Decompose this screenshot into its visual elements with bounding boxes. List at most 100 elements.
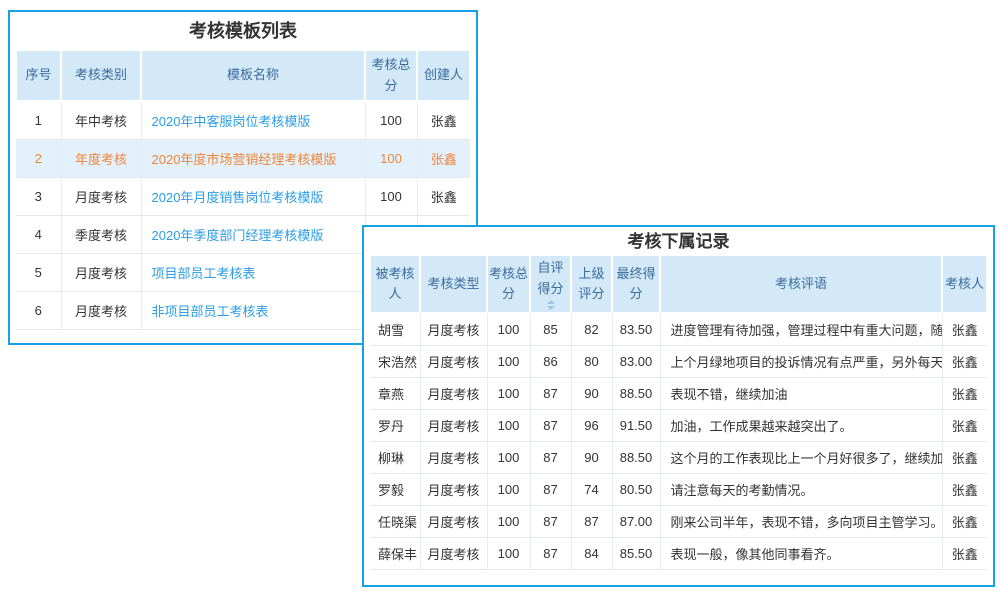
table-row[interactable]: 任晓渠月度考核100878787.00刚来公司半年，表现不错，多向项目主管学习。… xyxy=(370,505,987,537)
cell-name: 2020年季度部门经理考核模版 xyxy=(141,215,365,253)
cell-comment: 加油，工作成果越来越突出了。 xyxy=(660,409,942,441)
cell-category: 季度考核 xyxy=(61,215,141,253)
cell-total: 100 xyxy=(487,345,530,377)
records-header-row: 被考核人 考核类型 考核总分 自评得分 上级评分 最终得分 考核评语 考核人 xyxy=(370,255,987,313)
template-link[interactable]: 2020年中客服岗位考核模版 xyxy=(152,114,311,129)
cell-assessor: 张鑫 xyxy=(942,313,987,345)
records-table: 被考核人 考核类型 考核总分 自评得分 上级评分 最终得分 考核评语 考核人 胡… xyxy=(369,254,988,570)
cell-assessee: 任晓渠 xyxy=(370,505,420,537)
column-header-assessor: 考核人 xyxy=(942,255,987,313)
cell-assessor: 张鑫 xyxy=(942,409,987,441)
cell-self: 87 xyxy=(530,505,571,537)
cell-no: 5 xyxy=(16,253,61,291)
table-row[interactable]: 1年中考核2020年中客服岗位考核模版100张鑫 xyxy=(16,101,470,139)
cell-category: 月度考核 xyxy=(61,177,141,215)
cell-comment: 请注意每天的考勤情况。 xyxy=(660,473,942,505)
table-row[interactable]: 宋浩然月度考核100868083.00上个月绿地项目的投诉情况有点严重，另外每天… xyxy=(370,345,987,377)
cell-assessee: 薛保丰 xyxy=(370,537,420,569)
cell-type: 月度考核 xyxy=(420,505,487,537)
template-link[interactable]: 2020年度市场营销经理考核模版 xyxy=(152,152,337,167)
cell-total: 100 xyxy=(487,473,530,505)
records-panel-title: 考核下属记录 xyxy=(364,227,993,254)
cell-comment: 上个月绿地项目的投诉情况有点严重，另外每天的... xyxy=(660,345,942,377)
cell-comment: 这个月的工作表现比上一个月好很多了，继续加油！ xyxy=(660,441,942,473)
templates-header-row: 序号 考核类别 模板名称 考核总分 创建人 xyxy=(16,50,470,101)
cell-assessor: 张鑫 xyxy=(942,345,987,377)
cell-total: 100 xyxy=(487,441,530,473)
column-header-total: 考核总分 xyxy=(487,255,530,313)
cell-self: 87 xyxy=(530,441,571,473)
table-row[interactable]: 罗丹月度考核100879691.50加油，工作成果越来越突出了。张鑫 xyxy=(370,409,987,441)
cell-category: 月度考核 xyxy=(61,253,141,291)
cell-final: 83.50 xyxy=(612,313,660,345)
records-table-body: 胡雪月度考核100858283.50进度管理有待加强，管理过程中有重大问题，随时… xyxy=(370,313,987,569)
cell-assessee: 章燕 xyxy=(370,377,420,409)
cell-type: 月度考核 xyxy=(420,345,487,377)
cell-final: 85.50 xyxy=(612,537,660,569)
cell-comment: 进度管理有待加强，管理过程中有重大问题，随时... xyxy=(660,313,942,345)
cell-assessee: 胡雪 xyxy=(370,313,420,345)
cell-creator: 张鑫 xyxy=(417,177,470,215)
cell-final: 80.50 xyxy=(612,473,660,505)
cell-assessor: 张鑫 xyxy=(942,473,987,505)
column-header-score: 考核总分 xyxy=(365,50,417,101)
column-header-type: 考核类型 xyxy=(420,255,487,313)
cell-self: 87 xyxy=(530,537,571,569)
cell-total: 100 xyxy=(487,505,530,537)
column-header-superior: 上级评分 xyxy=(571,255,612,313)
cell-superior: 80 xyxy=(571,345,612,377)
table-row[interactable]: 章燕月度考核100879088.50表现不错，继续加油张鑫 xyxy=(370,377,987,409)
template-link[interactable]: 非项目部员工考核表 xyxy=(152,304,269,319)
cell-no: 3 xyxy=(16,177,61,215)
cell-comment: 表现一般，像其他同事看齐。 xyxy=(660,537,942,569)
cell-type: 月度考核 xyxy=(420,473,487,505)
column-header-no: 序号 xyxy=(16,50,61,101)
cell-name: 2020年中客服岗位考核模版 xyxy=(141,101,365,139)
cell-self: 85 xyxy=(530,313,571,345)
cell-assessor: 张鑫 xyxy=(942,441,987,473)
cell-superior: 87 xyxy=(571,505,612,537)
table-row[interactable]: 柳琳月度考核100879088.50这个月的工作表现比上一个月好很多了，继续加油… xyxy=(370,441,987,473)
cell-total: 100 xyxy=(487,537,530,569)
cell-final: 91.50 xyxy=(612,409,660,441)
table-row[interactable]: 薛保丰月度考核100878485.50表现一般，像其他同事看齐。张鑫 xyxy=(370,537,987,569)
sort-carets-icon[interactable] xyxy=(544,300,558,310)
cell-name: 非项目部员工考核表 xyxy=(141,291,365,329)
cell-superior: 90 xyxy=(571,377,612,409)
cell-comment: 刚来公司半年，表现不错，多向项目主管学习。 xyxy=(660,505,942,537)
cell-no: 1 xyxy=(16,101,61,139)
cell-self: 86 xyxy=(530,345,571,377)
column-header-assessee: 被考核人 xyxy=(370,255,420,313)
cell-total: 100 xyxy=(487,377,530,409)
table-row[interactable]: 3月度考核2020年月度销售岗位考核模版100张鑫 xyxy=(16,177,470,215)
cell-superior: 74 xyxy=(571,473,612,505)
templates-panel-title: 考核模板列表 xyxy=(10,12,476,49)
page: 考核模板列表 序号 考核类别 模板名称 考核总分 创建人 1年中考核2020年中… xyxy=(0,0,1000,600)
template-link[interactable]: 项目部员工考核表 xyxy=(152,266,256,281)
table-row[interactable]: 2年度考核2020年度市场营销经理考核模版100张鑫 xyxy=(16,139,470,177)
cell-superior: 96 xyxy=(571,409,612,441)
cell-assessor: 张鑫 xyxy=(942,377,987,409)
column-header-creator: 创建人 xyxy=(417,50,470,101)
table-row[interactable]: 胡雪月度考核100858283.50进度管理有待加强，管理过程中有重大问题，随时… xyxy=(370,313,987,345)
cell-assessee: 罗丹 xyxy=(370,409,420,441)
table-row[interactable]: 罗毅月度考核100877480.50请注意每天的考勤情况。张鑫 xyxy=(370,473,987,505)
cell-name: 2020年度市场营销经理考核模版 xyxy=(141,139,365,177)
cell-no: 4 xyxy=(16,215,61,253)
cell-assessee: 宋浩然 xyxy=(370,345,420,377)
template-link[interactable]: 2020年月度销售岗位考核模版 xyxy=(152,190,324,205)
cell-creator: 张鑫 xyxy=(417,101,470,139)
cell-final: 83.00 xyxy=(612,345,660,377)
cell-name: 项目部员工考核表 xyxy=(141,253,365,291)
column-header-self-score[interactable]: 自评得分 xyxy=(530,255,571,313)
cell-category: 月度考核 xyxy=(61,291,141,329)
cell-no: 6 xyxy=(16,291,61,329)
cell-total: 100 xyxy=(487,313,530,345)
column-header-name: 模板名称 xyxy=(141,50,365,101)
cell-assessor: 张鑫 xyxy=(942,537,987,569)
cell-final: 88.50 xyxy=(612,377,660,409)
cell-type: 月度考核 xyxy=(420,377,487,409)
template-link[interactable]: 2020年季度部门经理考核模版 xyxy=(152,228,324,243)
cell-assessee: 罗毅 xyxy=(370,473,420,505)
cell-final: 87.00 xyxy=(612,505,660,537)
